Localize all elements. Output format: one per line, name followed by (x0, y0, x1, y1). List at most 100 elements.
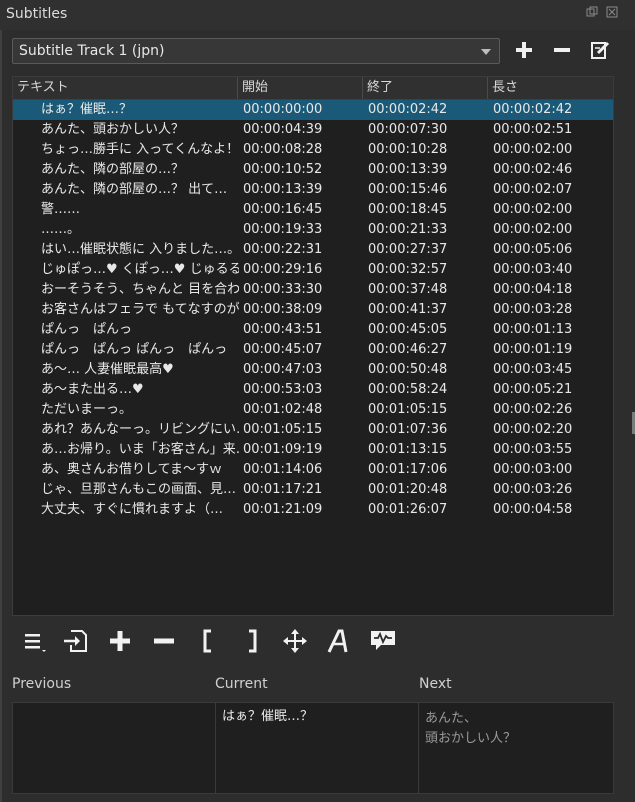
text-cell: ちょっ…勝手に 入ってくんなよ！ (41, 142, 239, 157)
table-row[interactable]: じゅぽっ…♥ くぽっ…♥ じゅるる… 00:00:29:16 00:00:32:57… (13, 260, 613, 280)
text-cell: あ〜また出る…♥ (41, 382, 144, 397)
text-cell: はい…催眠状態に 入りました…。 (41, 242, 239, 257)
text-cell: 大丈夫、すぐに慣れますよ（… (41, 502, 224, 517)
start-cell: 00:00:16:45 (243, 202, 323, 217)
end-cell: 00:00:21:33 (368, 222, 448, 237)
current-label: Current (215, 676, 268, 692)
table-row[interactable]: あれ？あんなーっ。リビングにい… 00:01:05:15 00:01:07:36 00… (13, 420, 613, 440)
subtitle-track-select[interactable]: Subtitle Track 1 (jpn) (12, 38, 500, 64)
table-row[interactable]: あんた、頭おかしい人？ 00:00:04:39 00:00:07:30 00:00:0… (13, 120, 613, 140)
plus-icon (516, 42, 532, 58)
table-row[interactable]: はい…催眠状態に 入りました…。 00:00:22:31 00:00:27:37 00… (13, 240, 613, 260)
end-cell: 00:01:13:15 (368, 442, 448, 457)
duration-cell: 00:00:02:46 (493, 162, 573, 177)
table-row[interactable]: 警…… 00:00:16:45 00:00:18:45 00:00:02:00 (13, 200, 613, 220)
end-cell: 00:00:18:45 (368, 202, 448, 217)
text-cell: あ…お帰り。いま「お客さん」来… (41, 442, 239, 457)
table-row[interactable]: はぁ？催眠…？ 00:00:00:00 00:00:02:42 00:00:02:42 (13, 100, 613, 120)
set-end-button[interactable] (236, 628, 266, 658)
text-cell: あんた、隣の部屋の…？ 出て… (41, 182, 228, 197)
text-cell: 警…… (41, 202, 81, 217)
table-row[interactable]: ぱんっ ぱんっ 00:00:43:51 00:00:45:05 00:00:01:13 (13, 320, 613, 340)
start-cell: 00:00:13:39 (243, 182, 323, 197)
edit-track-button[interactable] (590, 40, 610, 64)
duration-cell: 00:00:02:51 (493, 122, 573, 137)
bracket-left-icon (203, 629, 211, 653)
end-cell: 00:00:41:37 (368, 302, 448, 317)
start-cell: 00:00:43:51 (243, 322, 323, 337)
start-cell: 00:00:33:30 (243, 282, 323, 297)
start-cell: 00:00:53:03 (243, 382, 323, 397)
start-cell: 00:01:17:21 (243, 482, 323, 497)
end-cell: 00:00:58:24 (368, 382, 448, 397)
table-row[interactable]: ぱんっ ぱんっ ぱんっ ぱんっ 00:00:45:07 00:00:46:27 00:… (13, 340, 613, 360)
remove-subtitle-button[interactable] (149, 628, 179, 658)
start-cell: 00:01:14:06 (243, 462, 323, 477)
column-header-text[interactable]: テキスト (13, 77, 238, 99)
close-icon[interactable] (606, 6, 618, 18)
add-track-button[interactable] (514, 40, 534, 64)
start-cell: 00:00:22:31 (243, 242, 323, 257)
duration-cell: 00:00:03:40 (493, 262, 573, 277)
window-title: Subtitles (6, 6, 68, 22)
subtitle-table[interactable]: テキスト 開始 終了 長さ はぁ？催眠…？ 00:00:00:00 00:00:02… (12, 76, 614, 616)
start-cell: 00:00:38:09 (243, 302, 323, 317)
end-cell: 00:01:20:48 (368, 482, 448, 497)
start-cell: 00:01:09:19 (243, 442, 323, 457)
table-row[interactable]: おーそうそう、ちゃんと 目を合わ… 00:00:33:30 00:00:37:48 0… (13, 280, 613, 300)
table-row[interactable]: ちょっ…勝手に 入ってくんなよ！ 00:00:08:28 00:00:10:28 00… (13, 140, 613, 160)
current-pane: はぁ？催眠…？ (216, 703, 418, 793)
speech-button[interactable] (368, 628, 398, 658)
start-cell: 00:01:21:09 (243, 502, 323, 517)
text-cell: はぁ？催眠…？ (41, 102, 133, 117)
menu-button[interactable] (20, 628, 50, 658)
add-subtitle-button[interactable] (105, 628, 135, 658)
start-cell: 00:01:02:48 (243, 402, 323, 417)
text-cell: ぱんっ ぱんっ (41, 322, 133, 337)
remove-track-button[interactable] (552, 40, 572, 64)
end-cell: 00:00:46:27 (368, 342, 448, 357)
end-cell: 00:00:50:48 (368, 362, 448, 377)
start-cell: 00:00:47:03 (243, 362, 323, 377)
duration-cell: 00:00:03:00 (493, 462, 573, 477)
title-bar: Subtitles (0, 0, 635, 30)
move-button[interactable] (280, 628, 310, 658)
table-row[interactable]: あんた、隣の部屋の…？ 00:00:10:52 00:00:13:39 00:00:0… (13, 160, 613, 180)
duration-cell: 00:00:04:18 (493, 282, 573, 297)
text-style-button[interactable] (324, 628, 354, 658)
table-row[interactable]: お客さんはフェラで もてなすのが… 00:00:38:09 00:00:41:37 0… (13, 300, 613, 320)
next-label: Next (419, 676, 452, 692)
end-cell: 00:00:02:42 (368, 102, 448, 117)
end-cell: 00:00:10:28 (368, 142, 448, 157)
text-cell: あんた、頭おかしい人？ (41, 122, 185, 137)
set-start-button[interactable] (194, 628, 224, 658)
float-icon[interactable] (586, 6, 598, 18)
table-row[interactable]: じゃ、旦那さんもこの画面、見… 00:01:17:21 00:01:20:48 00:… (13, 480, 613, 500)
duration-cell: 00:00:03:28 (493, 302, 573, 317)
table-row[interactable]: あ〜… 人妻催眠最高♥ 00:00:47:03 00:00:50:48 00:00:0… (13, 360, 613, 380)
table-row[interactable]: ……。 00:00:19:33 00:00:21:33 00:00:02:00 (13, 220, 613, 240)
table-row[interactable]: あ、奥さんお借りしてま〜すｗ 00:01:14:06 00:01:17:06 00:0… (13, 460, 613, 480)
text-cell: じゅぽっ…♥ くぽっ…♥ じゅるる… (41, 262, 239, 277)
table-row[interactable]: あ…お帰り。いま「お客さん」来… 00:01:09:19 00:01:13:15 00… (13, 440, 613, 460)
table-row[interactable]: あんた、隣の部屋の…？ 出て… 00:00:13:39 00:00:15:46 00:… (13, 180, 613, 200)
start-cell: 00:00:00:00 (243, 102, 323, 117)
speech-icon (371, 631, 395, 650)
duration-cell: 00:00:03:26 (493, 482, 573, 497)
end-cell: 00:01:17:06 (368, 462, 448, 477)
duration-cell: 00:00:02:07 (493, 182, 573, 197)
end-cell: 00:01:07:36 (368, 422, 448, 437)
column-header-end[interactable]: 終了 (363, 77, 488, 99)
table-row[interactable]: 大丈夫、すぐに慣れますよ（… 00:01:21:09 00:01:26:07 00:0… (13, 500, 613, 520)
column-header-start[interactable]: 開始 (238, 77, 363, 99)
table-row[interactable]: あ〜また出る…♥ 00:00:53:03 00:00:58:24 00:00:05:2… (13, 380, 613, 400)
column-header-duration[interactable]: 長さ (488, 77, 613, 99)
duration-cell: 00:00:02:00 (493, 142, 573, 157)
table-header: テキスト 開始 終了 長さ (13, 77, 613, 100)
table-row[interactable]: ただいまーっ。 00:01:02:48 00:01:05:15 00:00:02:26 (13, 400, 613, 420)
menu-icon (25, 634, 46, 652)
current-text: はぁ？催眠…？ (222, 709, 314, 724)
start-cell: 00:00:45:07 (243, 342, 323, 357)
text-cell: おーそうそう、ちゃんと 目を合わ… (41, 282, 239, 297)
import-button[interactable] (60, 628, 90, 658)
